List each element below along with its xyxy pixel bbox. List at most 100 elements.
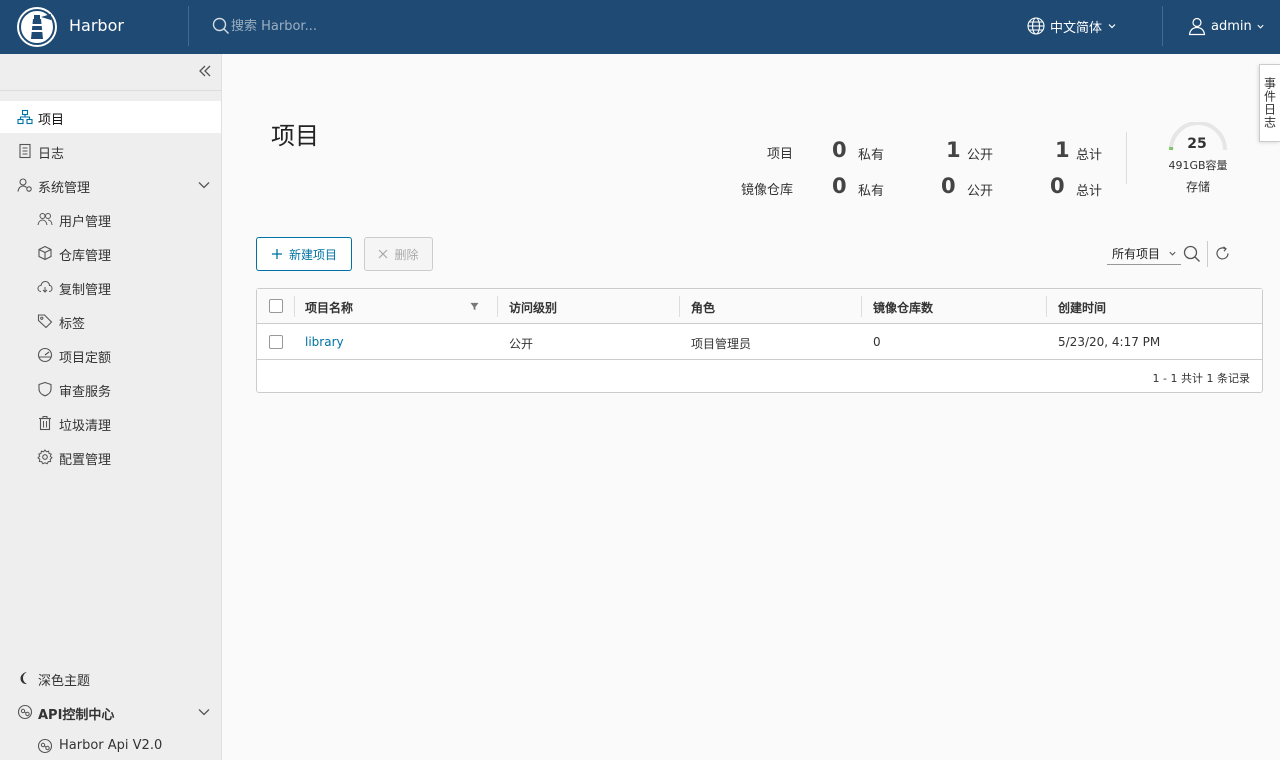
sidebar-item-label: 项目定额 [59,351,112,366]
new-project-label: 新建项目 [288,247,337,262]
stat-repos-total: 0 [1050,174,1065,198]
tag-icon [37,314,53,329]
admin-icon [17,178,32,192]
harbor-logo-icon[interactable] [17,7,57,47]
trash-icon [39,416,51,431]
column-separator [497,296,498,317]
globe-icon [1027,17,1045,35]
projects-table: 项目名称 访问级别 角色 镜像仓库数 创建时间 library 公开 项目管理员… [256,288,1263,393]
sidebar-item-label: 复制管理 [59,283,112,298]
chevron-down-icon [1257,24,1264,29]
stat-total-label: 总计 [1076,184,1103,199]
stat-public-label: 公开 [967,184,994,199]
stat-projects-private: 0 [832,138,847,162]
stat-row-label-repos: 镜像仓库 [741,183,794,198]
sidebar-item-logs[interactable]: 日志 [0,135,221,167]
column-header-name[interactable]: 项目名称 [305,299,353,316]
event-log-tab[interactable]: 事件日志 [1259,64,1280,142]
sidebar-item-gc[interactable]: 垃圾清理 [0,407,221,439]
column-separator [294,296,295,317]
toolbar-divider [1207,241,1208,267]
collapse-sidebar-icon[interactable] [197,63,213,79]
stat-public-label: 公开 [967,148,994,163]
sidebar-item-labels[interactable]: 标签 [0,305,221,337]
language-label: 中文简体 [1050,20,1103,36]
select-all-checkbox[interactable] [269,299,283,313]
stats-divider [1126,132,1127,184]
registry-icon [38,245,52,261]
page-title: 项目 [271,122,319,150]
sidebar-item-label: 深色主题 [38,674,91,689]
sidebar-item-interrogation[interactable]: 审查服务 [0,373,221,405]
stat-projects-total: 1 [1055,138,1070,162]
sidebar-item-config[interactable]: 配置管理 [0,441,221,473]
api-icon [37,738,53,754]
stat-repos-private: 0 [832,174,847,198]
search-icon[interactable] [1183,245,1201,263]
user-icon [1188,17,1206,36]
pagination-summary: 1 - 1 共计 1 条记录 [1152,372,1250,385]
stat-private-label: 私有 [858,148,885,163]
sidebar-divider [0,90,221,91]
column-header-access[interactable]: 访问级别 [509,299,557,316]
sidebar-item-projects[interactable]: 项目 [0,101,221,133]
delete-button[interactable]: 删除 [364,237,433,271]
sidebar-item-admin[interactable]: 系统管理 [0,169,221,201]
sidebar-item-label: Harbor Api V2.0 [59,738,163,753]
project-name-link[interactable]: library [305,335,344,349]
new-project-button[interactable]: 新建项目 [256,237,352,271]
user-menu[interactable]: admin [1187,15,1265,37]
refresh-icon[interactable] [1214,245,1231,262]
search-icon [212,17,229,34]
sidebar-item-label: 配置管理 [59,453,112,468]
column-separator [861,296,862,317]
stat-private-label: 私有 [858,184,885,199]
user-name: admin [1211,18,1252,34]
project-filter-value: 所有项目 [1112,247,1161,261]
project-filter-select[interactable]: 所有项目 [1107,243,1181,265]
moon-icon [20,672,27,685]
sidebar-item-label: 系统管理 [38,181,91,196]
storage-capacity: 491GB容量 [1168,159,1228,172]
column-header-repo-count[interactable]: 镜像仓库数 [873,299,933,316]
project-role: 项目管理员 [691,337,752,351]
table-row[interactable]: library 公开 项目管理员 0 5/23/20, 4:17 PM [257,324,1262,360]
column-header-created[interactable]: 创建时间 [1058,299,1106,316]
storage-value: 25 [1187,136,1207,152]
projects-icon [17,109,33,125]
app-brand[interactable]: Harbor [69,16,124,35]
sidebar: 项目 日志 系统管理 用户管理 仓库管理 复制管理 标签 项目定额 审查服务 垃… [0,54,222,760]
logs-icon [19,143,31,159]
storage-label: 存储 [1185,180,1210,194]
quota-icon [37,347,53,363]
row-checkbox[interactable] [269,335,283,349]
stat-total-label: 总计 [1076,148,1103,163]
stat-projects-public: 1 [946,138,961,162]
sidebar-item-quotas[interactable]: 项目定额 [0,339,221,371]
project-created: 5/23/20, 4:17 PM [1058,335,1161,349]
project-access: 公开 [509,337,534,351]
sidebar-item-label: 垃圾清理 [59,419,112,434]
column-header-role[interactable]: 角色 [691,299,715,316]
table-footer: 1 - 1 共计 1 条记录 [257,361,1262,393]
gear-icon [37,449,53,465]
sidebar-item-users[interactable]: 用户管理 [0,203,221,235]
sidebar-item-api-center[interactable]: API控制中心 [0,696,221,728]
sidebar-item-label: 标签 [59,317,86,332]
language-selector[interactable]: 中文简体 [1027,15,1117,37]
filter-icon[interactable] [470,302,479,311]
sidebar-item-label: 项目 [38,113,65,128]
users-icon [37,213,53,226]
sidebar-item-replication[interactable]: 复制管理 [0,271,221,303]
sidebar-item-label: 审查服务 [59,385,112,400]
sidebar-item-label: 用户管理 [59,215,112,230]
replication-icon [37,280,53,293]
global-search-input[interactable] [231,15,471,37]
sidebar-item-harbor-api[interactable]: Harbor Api V2.0 [0,730,221,760]
sidebar-item-registries[interactable]: 仓库管理 [0,237,221,269]
chevron-down-icon[interactable] [197,178,211,192]
sidebar-item-dark-theme[interactable]: 深色主题 [0,662,221,694]
plus-icon [271,249,282,259]
top-header: Harbor 中文简体 admin [0,0,1280,54]
chevron-down-icon[interactable] [197,705,211,719]
